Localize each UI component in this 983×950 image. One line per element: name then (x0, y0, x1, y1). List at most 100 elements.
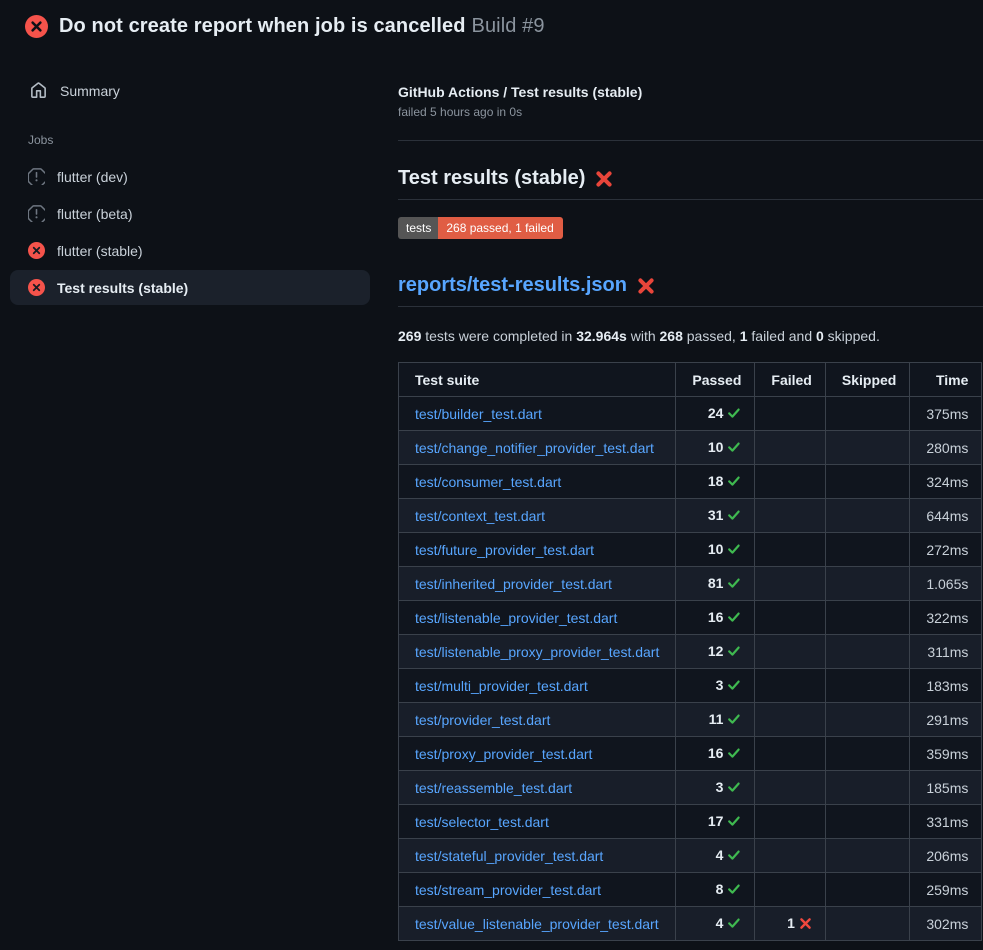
check-icon (727, 712, 741, 729)
check-icon (727, 814, 741, 831)
suite-link[interactable]: test/listenable_provider_test.dart (415, 610, 617, 626)
table-row: test/change_notifier_provider_test.dart1… (399, 431, 982, 465)
table-header-row: Test suitePassedFailedSkippedTime (399, 363, 982, 397)
passed-cell: 81 (676, 567, 755, 601)
passed-cell: 4 (676, 907, 755, 941)
passed-cell: 8 (676, 873, 755, 907)
skipped-cell (825, 805, 909, 839)
time-cell: 331ms (910, 805, 982, 839)
suite-link[interactable]: test/stream_provider_test.dart (415, 882, 601, 898)
summary-label: Summary (60, 83, 120, 99)
skipped-cell (825, 533, 909, 567)
suite-cell: test/provider_test.dart (399, 703, 676, 737)
check-icon (727, 678, 741, 695)
sidebar: Summary Jobs flutter (dev)flutter (beta)… (0, 50, 380, 307)
time-cell: 324ms (910, 465, 982, 499)
skipped-cell (825, 839, 909, 873)
stop-octagon-icon (28, 205, 45, 222)
passed-cell: 4 (676, 839, 755, 873)
suite-link[interactable]: test/listenable_proxy_provider_test.dart (415, 644, 659, 660)
suite-link[interactable]: test/future_provider_test.dart (415, 542, 594, 558)
time-cell: 311ms (910, 635, 982, 669)
summary-segment: 268 (660, 328, 683, 344)
summary-line: 269 tests were completed in 32.964s with… (398, 328, 983, 344)
time-cell: 183ms (910, 669, 982, 703)
column-header-time: Time (910, 363, 982, 397)
suite-link[interactable]: test/consumer_test.dart (415, 474, 561, 490)
failed-x-icon (637, 277, 655, 295)
time-cell: 644ms (910, 499, 982, 533)
suite-link[interactable]: test/selector_test.dart (415, 814, 549, 830)
x-circle-icon (28, 279, 45, 296)
suite-link[interactable]: test/reassemble_test.dart (415, 780, 572, 796)
table-row: test/multi_provider_test.dart 3 183ms (399, 669, 982, 703)
suite-link[interactable]: test/context_test.dart (415, 508, 545, 524)
time-cell: 302ms (910, 907, 982, 941)
skipped-cell (825, 431, 909, 465)
failed-cell (755, 669, 825, 703)
failed-cell (755, 601, 825, 635)
time-cell: 322ms (910, 601, 982, 635)
report-link[interactable]: reports/test-results.json (398, 274, 627, 297)
column-header-passed: Passed (676, 363, 755, 397)
table-row: test/inherited_provider_test.dart 81 1.065… (399, 567, 982, 601)
failed-cell (755, 839, 825, 873)
job-label: flutter (beta) (57, 206, 132, 222)
summary-segment: skipped. (824, 328, 880, 344)
column-header-failed: Failed (755, 363, 825, 397)
suite-link[interactable]: test/stateful_provider_test.dart (415, 848, 603, 864)
passed-cell: 18 (676, 465, 755, 499)
report-title: reports/test-results.json (398, 274, 983, 307)
divider (398, 140, 983, 141)
check-icon (727, 882, 741, 899)
sidebar-item-job-3[interactable]: Test results (stable) (10, 270, 370, 305)
failed-cell (755, 635, 825, 669)
home-icon (30, 82, 47, 99)
failed-cell (755, 431, 825, 465)
suite-link[interactable]: test/inherited_provider_test.dart (415, 576, 612, 592)
summary-segment: 1 (740, 328, 748, 344)
passed-cell: 10 (676, 533, 755, 567)
table-row: test/consumer_test.dart 18 324ms (399, 465, 982, 499)
time-cell: 1.065s (910, 567, 982, 601)
column-header-test-suite: Test suite (399, 363, 676, 397)
skipped-cell (825, 397, 909, 431)
section-title: Test results (stable) (398, 167, 983, 200)
x-circle-icon (28, 242, 45, 259)
skipped-cell (825, 771, 909, 805)
failed-cell: 1 (755, 907, 825, 941)
failed-status-icon (25, 15, 48, 38)
suite-link[interactable]: test/value_listenable_provider_test.dart (415, 916, 659, 932)
skipped-cell (825, 601, 909, 635)
passed-cell: 11 (676, 703, 755, 737)
suite-cell: test/change_notifier_provider_test.dart (399, 431, 676, 465)
suite-link[interactable]: test/multi_provider_test.dart (415, 678, 588, 694)
summary-segment: 32.964s (576, 328, 627, 344)
summary-segment: 0 (816, 328, 824, 344)
table-row: test/future_provider_test.dart 10 272ms (399, 533, 982, 567)
suite-link[interactable]: test/change_notifier_provider_test.dart (415, 440, 654, 456)
suite-link[interactable]: test/provider_test.dart (415, 712, 550, 728)
check-icon (727, 508, 741, 525)
passed-cell: 31 (676, 499, 755, 533)
sidebar-item-job-0[interactable]: flutter (dev) (10, 159, 370, 194)
time-cell: 272ms (910, 533, 982, 567)
suite-cell: test/selector_test.dart (399, 805, 676, 839)
job-label: Test results (stable) (57, 280, 188, 296)
suite-link[interactable]: test/proxy_provider_test.dart (415, 746, 592, 762)
summary-segment: tests were completed in (421, 328, 576, 344)
passed-cell: 3 (676, 669, 755, 703)
check-icon (727, 644, 741, 661)
summary-segment: 269 (398, 328, 421, 344)
skipped-cell (825, 737, 909, 771)
badge-value: 268 passed, 1 failed (438, 217, 562, 239)
suite-cell: test/future_provider_test.dart (399, 533, 676, 567)
page-title: Do not create report when job is cancell… (59, 15, 545, 38)
sidebar-item-job-1[interactable]: flutter (beta) (10, 196, 370, 231)
suite-link[interactable]: test/builder_test.dart (415, 406, 542, 422)
sidebar-item-job-2[interactable]: flutter (stable) (10, 233, 370, 268)
passed-cell: 17 (676, 805, 755, 839)
table-row: test/proxy_provider_test.dart16359ms (399, 737, 982, 771)
sidebar-item-summary[interactable]: Summary (0, 74, 380, 107)
suite-cell: test/stream_provider_test.dart (399, 873, 676, 907)
